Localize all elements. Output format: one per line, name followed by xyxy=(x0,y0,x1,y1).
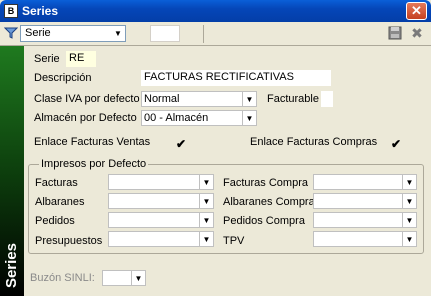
impresos-right-label: Pedidos Compra xyxy=(223,215,305,227)
impresos-right-label: TPV xyxy=(223,235,245,247)
enlace-compras-checkbox[interactable]: ✔ xyxy=(389,137,403,151)
chevron-down-icon[interactable]: ▼ xyxy=(199,175,213,189)
impresos-right-select[interactable]: ▼ xyxy=(313,212,417,228)
clase-iva-value: Normal xyxy=(144,93,180,105)
app-icon: B xyxy=(4,4,18,18)
impresos-left-select[interactable]: ▼ xyxy=(108,174,214,190)
buzon-select[interactable]: ▼ xyxy=(102,270,146,286)
save-icon[interactable] xyxy=(388,26,402,40)
chevron-down-icon[interactable]: ▼ xyxy=(402,232,416,246)
chevron-down-icon[interactable]: ▼ xyxy=(242,111,256,125)
enlace-ventas-checkbox[interactable]: ✔ xyxy=(174,137,188,151)
toolbar-blank-field[interactable] xyxy=(150,25,180,42)
almacen-value: 00 - Almacén xyxy=(144,112,209,124)
serie-label: Serie xyxy=(34,53,60,65)
buzon-label: Buzón SINLI: xyxy=(30,272,95,284)
impresos-group: Impresos por Defecto Facturas ▼ Albarane… xyxy=(28,158,424,254)
descripcion-label: Descripción xyxy=(34,72,92,84)
impresos-left-select[interactable]: ▼ xyxy=(108,193,214,209)
impresos-title: Impresos por Defecto xyxy=(39,158,149,170)
almacen-select[interactable]: 00 - Almacén ▼ xyxy=(141,110,257,126)
facturable-label: Facturable xyxy=(267,93,319,105)
almacen-label: Almacén por Defecto xyxy=(34,112,137,124)
chevron-down-icon[interactable]: ▼ xyxy=(199,194,213,208)
clase-iva-label: Clase IVA por defecto xyxy=(34,93,140,105)
toolbar-separator xyxy=(203,25,204,43)
clase-iva-select[interactable]: Normal ▼ xyxy=(141,91,257,107)
close-icon[interactable]: ✖ xyxy=(410,26,424,40)
serie-field[interactable]: RE xyxy=(66,51,96,67)
facturable-field[interactable] xyxy=(321,91,333,107)
impresos-left-label: Presupuestos xyxy=(35,235,103,247)
chevron-down-icon[interactable]: ▼ xyxy=(111,26,125,41)
sidebar-banner: Series xyxy=(0,46,24,296)
window-title: Series xyxy=(22,4,59,18)
impresos-left-select[interactable]: ▼ xyxy=(108,212,214,228)
sidebar-label: Series xyxy=(3,242,20,288)
enlace-ventas-label: Enlace Facturas Ventas xyxy=(34,136,151,148)
impresos-left-label: Pedidos xyxy=(35,215,75,227)
chevron-down-icon[interactable]: ▼ xyxy=(131,271,145,285)
chevron-down-icon[interactable]: ▼ xyxy=(402,194,416,208)
form-area: Serie RE Descripción FACTURAS RECTIFICAT… xyxy=(24,46,431,296)
impresos-right-select[interactable]: ▼ xyxy=(313,193,417,209)
serie-value: RE xyxy=(69,52,85,64)
chevron-down-icon[interactable]: ▼ xyxy=(199,213,213,227)
series-selector[interactable]: Serie ▼ xyxy=(20,25,126,42)
impresos-right-label: Albaranes Compra xyxy=(223,196,315,208)
chevron-down-icon[interactable]: ▼ xyxy=(199,232,213,246)
descripcion-field[interactable]: FACTURAS RECTIFICATIVAS xyxy=(141,70,331,86)
impresos-left-select[interactable]: ▼ xyxy=(108,231,214,247)
series-selector-value: Serie xyxy=(25,27,51,39)
window-close-button[interactable]: ✕ xyxy=(406,2,427,20)
toolbar: Serie ▼ ✖ xyxy=(0,22,431,46)
impresos-right-label: Facturas Compra xyxy=(223,177,308,189)
chevron-down-icon[interactable]: ▼ xyxy=(402,213,416,227)
enlace-compras-label: Enlace Facturas Compras xyxy=(250,136,378,148)
chevron-down-icon[interactable]: ▼ xyxy=(242,92,256,106)
impresos-right-select[interactable]: ▼ xyxy=(313,231,417,247)
impresos-right-select[interactable]: ▼ xyxy=(313,174,417,190)
impresos-left-label: Albaranes xyxy=(35,196,85,208)
chevron-down-icon[interactable]: ▼ xyxy=(402,175,416,189)
descripcion-value: FACTURAS RECTIFICATIVAS xyxy=(144,71,294,83)
impresos-left-label: Facturas xyxy=(35,177,78,189)
funnel-icon-svg xyxy=(3,27,19,39)
funnel-icon[interactable] xyxy=(3,26,19,40)
save-icon-svg xyxy=(388,26,402,40)
title-bar: B Series ✕ xyxy=(0,0,431,22)
